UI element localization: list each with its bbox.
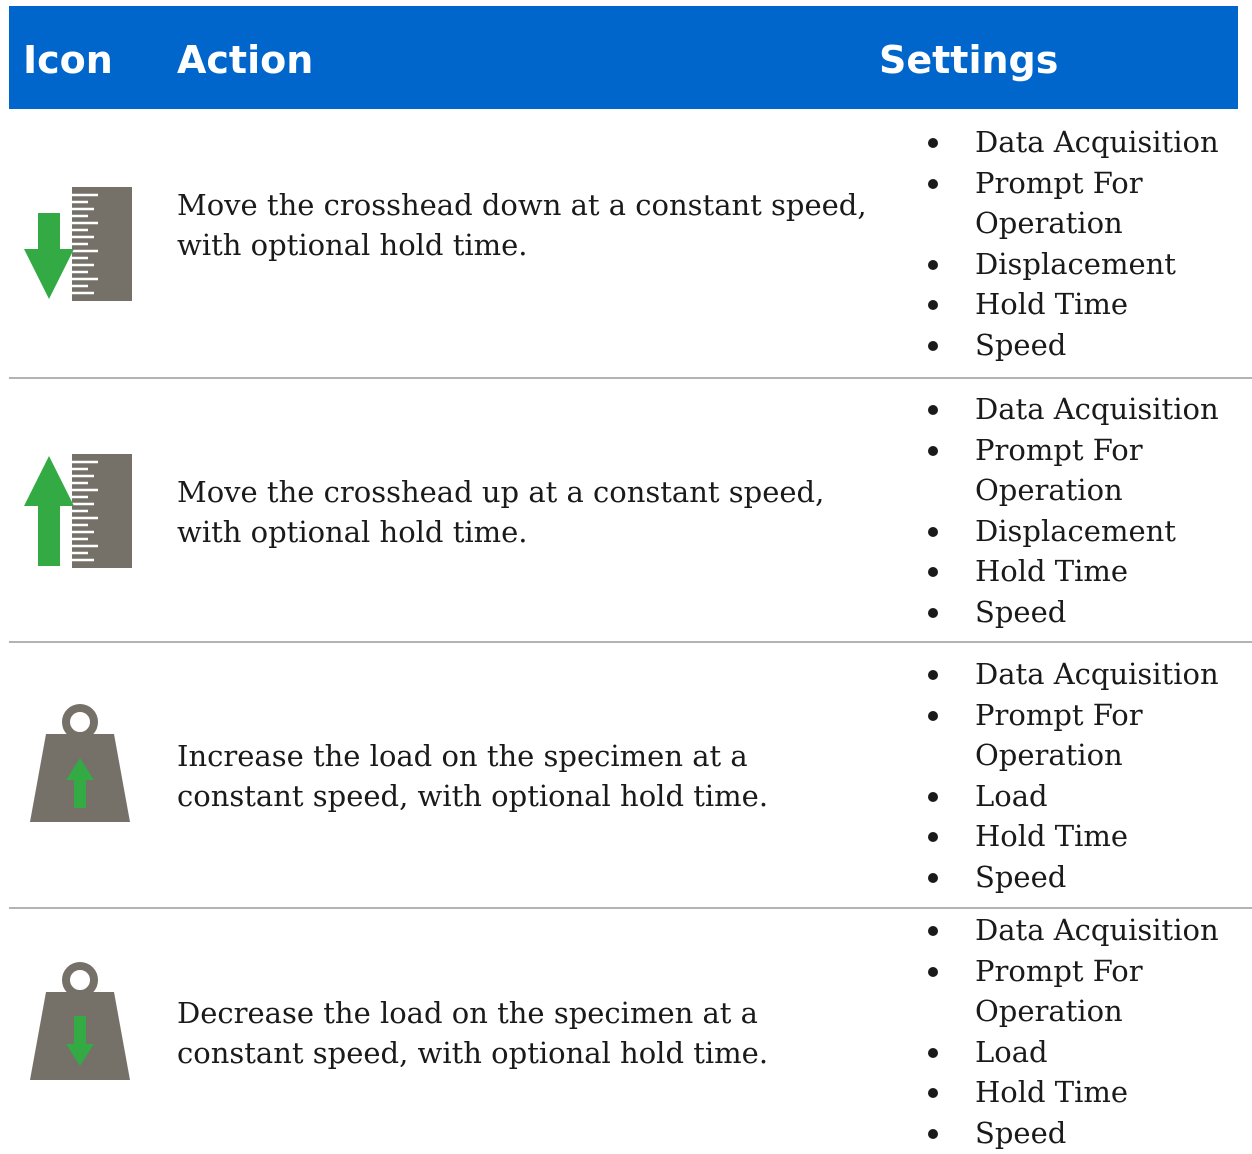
crosshead-up-icon <box>24 452 134 570</box>
settings-item: Displacement <box>918 511 1252 552</box>
settings-item: Speed <box>918 857 1252 898</box>
settings-item: Hold Time <box>918 816 1252 857</box>
action-description: Move the crosshead up at a constant spee… <box>177 475 825 549</box>
load-increase-icon <box>24 704 134 822</box>
settings-item: Data Acquisition <box>918 654 1252 695</box>
settings-item: Load <box>918 1032 1252 1073</box>
header-action-label: Action <box>177 38 314 82</box>
action-description: Increase the load on the specimen at a c… <box>177 739 769 813</box>
settings-list: Data Acquisition Prompt For Operation Lo… <box>918 910 1252 1153</box>
settings-item: Prompt For Operation <box>918 951 1252 1032</box>
settings-item: Load <box>918 776 1252 817</box>
settings-item: Data Acquisition <box>918 389 1252 430</box>
settings-item: Hold Time <box>918 1072 1252 1113</box>
header-icon-label: Icon <box>23 38 113 82</box>
settings-item: Hold Time <box>918 551 1252 592</box>
settings-item: Prompt For Operation <box>918 430 1252 511</box>
settings-item: Prompt For Operation <box>918 163 1252 244</box>
settings-list: Data Acquisition Prompt For Operation Di… <box>918 389 1252 632</box>
action-description: Move the crosshead down at a constant sp… <box>177 188 867 262</box>
settings-item: Speed <box>918 325 1252 366</box>
settings-item: Prompt For Operation <box>918 695 1252 776</box>
row-divider <box>9 641 1252 643</box>
crosshead-down-icon <box>24 185 134 303</box>
action-description: Decrease the load on the specimen at a c… <box>177 996 769 1070</box>
settings-item: Hold Time <box>918 284 1252 325</box>
settings-list: Data Acquisition Prompt For Operation Di… <box>918 122 1252 365</box>
settings-item: Speed <box>918 1113 1252 1154</box>
settings-item: Speed <box>918 592 1252 633</box>
table-header: Icon Action Settings <box>9 6 1238 109</box>
settings-item: Displacement <box>918 244 1252 285</box>
settings-item: Data Acquisition <box>918 122 1252 163</box>
row-divider <box>9 377 1252 379</box>
settings-item: Data Acquisition <box>918 910 1252 951</box>
settings-list: Data Acquisition Prompt For Operation Lo… <box>918 654 1252 897</box>
header-settings-label: Settings <box>879 38 1059 82</box>
row-divider <box>9 907 1252 909</box>
load-decrease-icon <box>24 962 134 1080</box>
